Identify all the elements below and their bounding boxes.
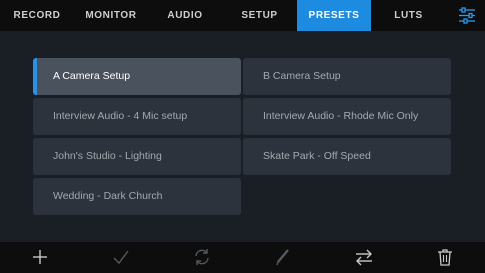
delete-preset-button[interactable] — [425, 242, 465, 273]
tab-luts[interactable]: LUTS — [371, 0, 446, 31]
tab-presets[interactable]: PRESETS — [297, 0, 371, 31]
rename-preset-button[interactable] — [263, 242, 303, 273]
check-icon — [113, 250, 129, 265]
update-preset-button[interactable] — [182, 242, 222, 273]
top-tab-bar: RECORD MONITOR AUDIO SETUP PRESETS LUTS — [0, 0, 485, 31]
add-preset-button[interactable] — [20, 242, 60, 273]
bottom-toolbar — [0, 242, 485, 273]
swap-icon — [356, 249, 372, 266]
trash-icon — [438, 249, 452, 266]
preset-interview-audio-rhode[interactable]: Interview Audio - Rhode Mic Only — [243, 98, 451, 135]
apply-preset-button[interactable] — [101, 242, 141, 273]
sliders-icon — [459, 7, 475, 24]
preset-johns-studio-lighting[interactable]: John's Studio - Lighting — [33, 138, 241, 175]
pencil-icon — [276, 249, 289, 266]
preset-skate-park-off-speed[interactable]: Skate Park - Off Speed — [243, 138, 451, 175]
tab-monitor[interactable]: MONITOR — [74, 0, 148, 31]
import-export-button[interactable] — [344, 242, 384, 273]
settings-button[interactable] — [448, 0, 485, 31]
preset-b-camera-setup[interactable]: B Camera Setup — [243, 58, 451, 95]
tab-setup[interactable]: SETUP — [222, 0, 297, 31]
preset-wedding-dark-church[interactable]: Wedding - Dark Church — [33, 178, 241, 215]
add-icon — [33, 250, 47, 264]
tab-audio[interactable]: AUDIO — [148, 0, 222, 31]
tab-record[interactable]: RECORD — [0, 0, 74, 31]
refresh-icon — [195, 249, 209, 265]
preset-interview-audio-4-mic[interactable]: Interview Audio - 4 Mic setup — [33, 98, 241, 135]
preset-a-camera-setup[interactable]: A Camera Setup — [33, 58, 241, 95]
presets-panel: A Camera Setup B Camera Setup Interview … — [0, 31, 485, 242]
